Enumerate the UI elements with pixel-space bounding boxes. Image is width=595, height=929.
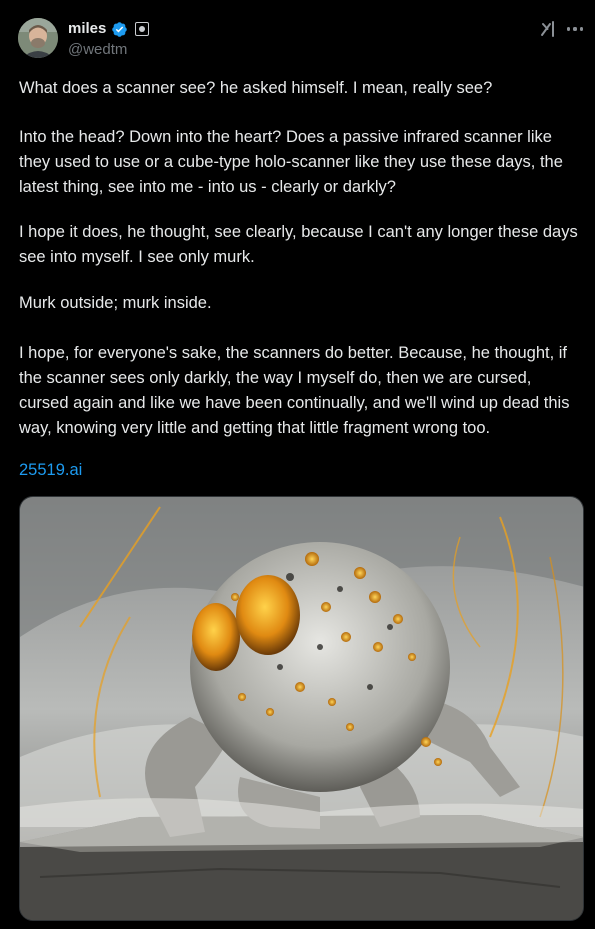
tweet-link[interactable]: 25519.ai [19,458,82,483]
tweet-paragraph: Into the head? Down into the heart? Does… [19,128,563,196]
author-name[interactable]: miles [68,19,106,39]
author-handle[interactable]: @wedtm [68,40,127,60]
more-options-icon[interactable] [565,19,585,39]
avatar[interactable] [18,18,58,58]
tweet-paragraph: I hope it does, he thought, see clearly,… [19,223,578,266]
grok-icon[interactable] [539,19,559,39]
creature-illustration [20,497,583,920]
verified-badge-icon [112,21,128,37]
tweet-paragraph: Murk outside; murk inside. [19,294,212,312]
tweet: miles @wedtm What does a scanner see? he… [0,0,595,929]
affiliate-badge-icon [135,22,150,36]
tweet-paragraph: What does a scanner see? he asked himsel… [19,79,493,97]
tweet-paragraph: I hope, for everyone's sake, the scanner… [19,344,570,437]
tweet-image[interactable] [19,496,584,921]
author-row: miles [68,19,150,39]
